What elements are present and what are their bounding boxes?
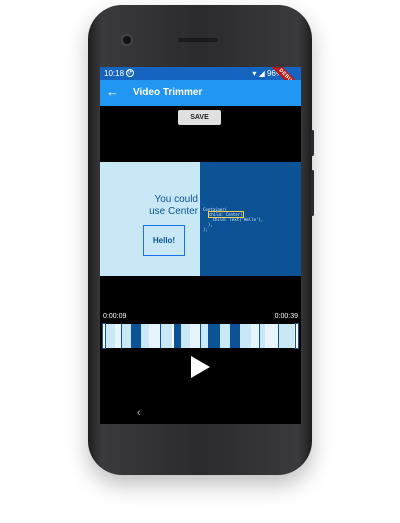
save-button[interactable]: SAVE (178, 110, 221, 125)
trim-end-handle[interactable] (295, 323, 299, 349)
thumbnail (200, 324, 221, 348)
sync-icon: ⟳ (126, 69, 134, 77)
status-time: 10:18 (104, 69, 125, 78)
thumbnail (220, 324, 240, 348)
thumbnail (141, 324, 162, 348)
video-preview-left-panel: You could use Center Hello! (100, 162, 200, 276)
thumbnail (161, 324, 181, 348)
code-line-5: ); (203, 227, 208, 232)
video-preview[interactable]: You could use Center Hello! Container( c… (100, 162, 301, 276)
trim-end-time: 0:00:39 (274, 313, 298, 320)
arrow-back-icon[interactable]: ← (106, 84, 119, 100)
thumbnail (239, 324, 260, 348)
code-line-3: child: Text('Hello'), (212, 217, 264, 222)
video-caption: You could use Center (140, 194, 198, 218)
power-button (311, 130, 314, 156)
trim-thumbnail-strip[interactable] (102, 323, 300, 349)
nav-back-icon[interactable]: ‹ (137, 407, 141, 419)
code-snippet: Container( child: Center( child: Text('H… (203, 207, 263, 232)
front-camera (123, 36, 131, 44)
caption-line-1: You could (154, 194, 198, 205)
trim-start-handle[interactable] (102, 323, 106, 349)
thumbnail (121, 324, 142, 348)
thumbnail (259, 324, 280, 348)
trim-start-time: 0:00:09 (103, 313, 127, 320)
status-bar: 10:18 ⟳ ▾ ◢ 96% DEBUG (100, 67, 301, 100)
caption-line-2: use Center (149, 206, 198, 217)
wifi-icon: ▾ (252, 69, 257, 78)
signal-icon: ◢ (258, 69, 265, 78)
volume-button (311, 170, 314, 216)
thumbnail (180, 324, 201, 348)
screen: 10:18 ⟳ ▾ ◢ 96% DEBUG ← Video Trimmer SA… (100, 67, 301, 424)
app-bar: ← Video Trimmer (100, 80, 301, 106)
speaker-grille (178, 38, 218, 42)
app-title: Video Trimmer (133, 87, 203, 98)
code-line-4: ), (207, 222, 213, 227)
play-icon[interactable] (191, 356, 210, 378)
hello-box: Hello! (143, 225, 185, 256)
